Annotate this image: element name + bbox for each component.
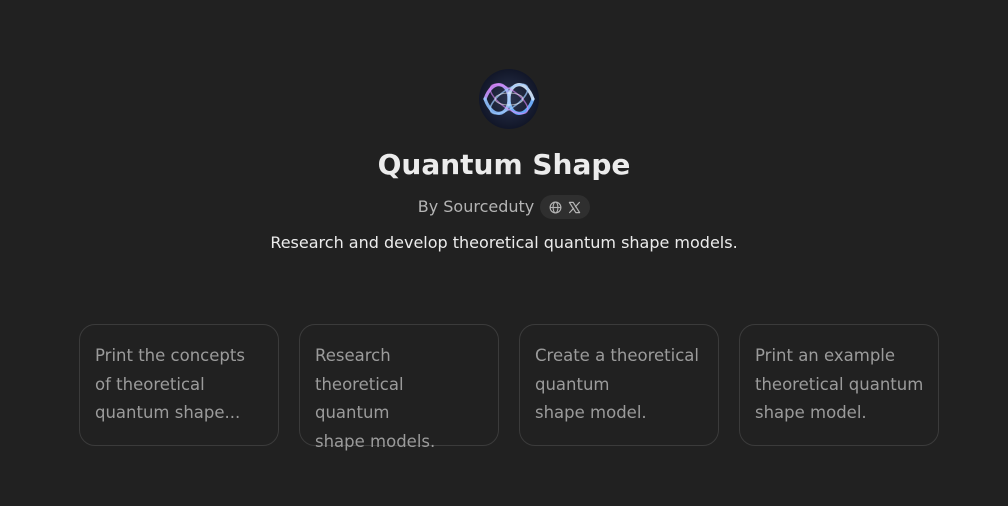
conversation-starters: Print the concepts of theoretical quantu… [79,324,939,451]
starter-card-3[interactable]: Create a theoretical quantum shape model… [519,324,719,446]
author-label: By Sourceduty [417,197,535,216]
starter-text: Create a theoretical quantum shape model… [535,346,699,422]
starter-text: Print an example theoretical quantum sha… [755,346,924,422]
quantum-knot-icon [479,69,539,129]
gpt-byline: By Sourceduty [0,195,1008,219]
globe-icon[interactable] [549,201,562,214]
starter-text: Print the concepts of theoretical quantu… [95,346,245,422]
gpt-description: Research and develop theoretical quantum… [270,233,738,252]
social-links [540,195,591,219]
starter-text: Research theoretical quantum shape model… [315,346,436,451]
starter-card-4[interactable]: Print an example theoretical quantum sha… [739,324,939,446]
x-logo-icon[interactable] [568,201,581,214]
starter-card-2[interactable]: Research theoretical quantum shape model… [299,324,499,451]
gpt-landing: Quantum Shape By Sourceduty Research and… [0,0,1008,506]
gpt-avatar [479,69,539,129]
gpt-name: Quantum Shape [377,148,631,181]
starter-card-1[interactable]: Print the concepts of theoretical quantu… [79,324,279,446]
